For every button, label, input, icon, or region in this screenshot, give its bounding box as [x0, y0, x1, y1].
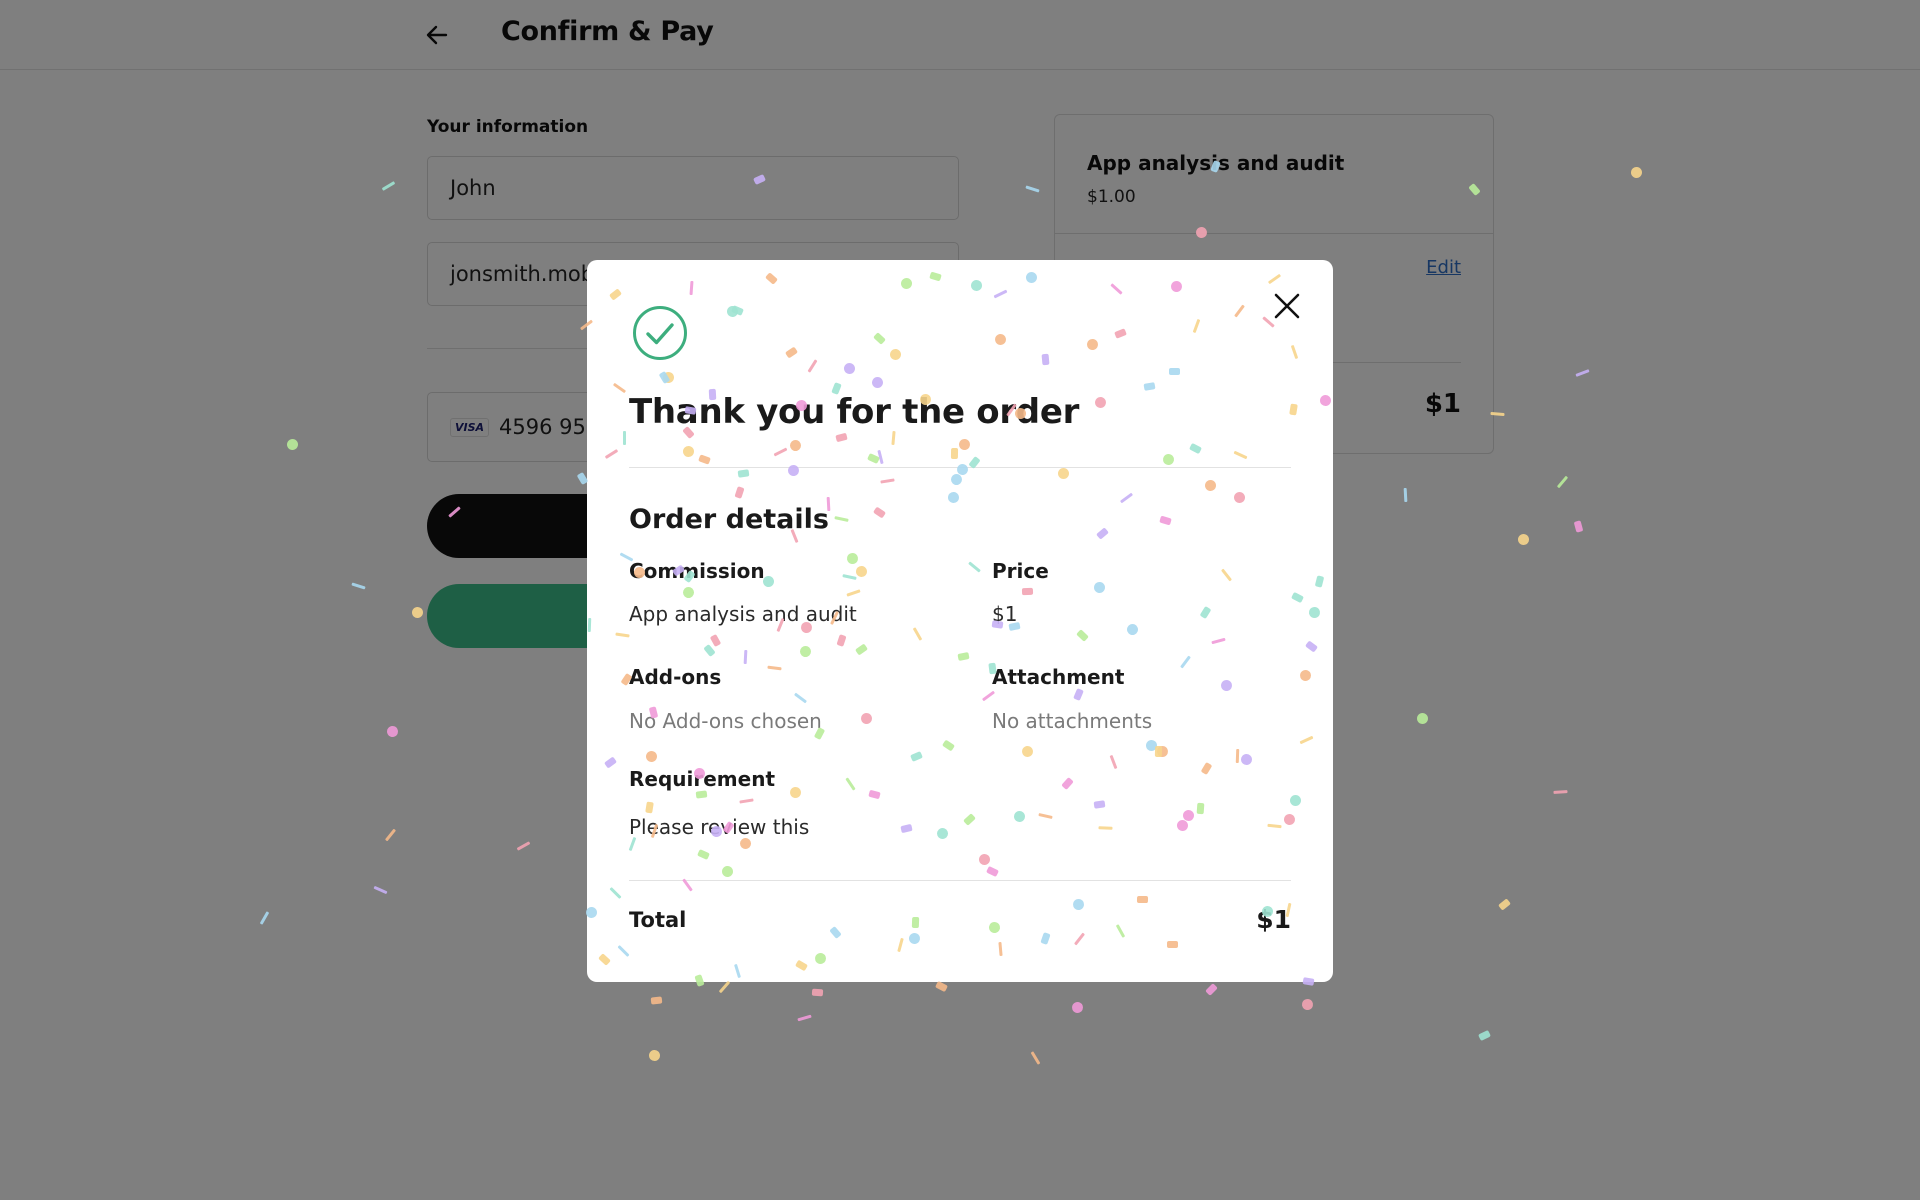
close-icon — [1274, 293, 1300, 319]
close-button[interactable] — [1269, 288, 1305, 324]
commission-label: Commission — [629, 559, 765, 583]
price-label: Price — [992, 559, 1049, 583]
total-value: $1 — [1256, 905, 1291, 934]
commission-value: App analysis and audit — [629, 602, 857, 626]
total-label: Total — [629, 908, 687, 932]
attachment-label: Attachment — [992, 665, 1125, 689]
total-divider — [629, 880, 1291, 881]
addons-label: Add-ons — [629, 665, 722, 689]
modal-divider — [629, 467, 1291, 468]
modal-title: Thank you for the order — [629, 392, 1080, 432]
order-details-heading: Order details — [629, 504, 829, 535]
order-confirmation-modal: Thank you for the order Order details Co… — [587, 260, 1333, 982]
price-value: $1 — [992, 602, 1018, 626]
requirement-value: Please review this — [629, 815, 810, 839]
attachment-value: No attachments — [992, 709, 1153, 733]
check-circle-icon — [633, 306, 687, 360]
addons-value: No Add-ons chosen — [629, 709, 822, 733]
requirement-label: Requirement — [629, 767, 776, 791]
